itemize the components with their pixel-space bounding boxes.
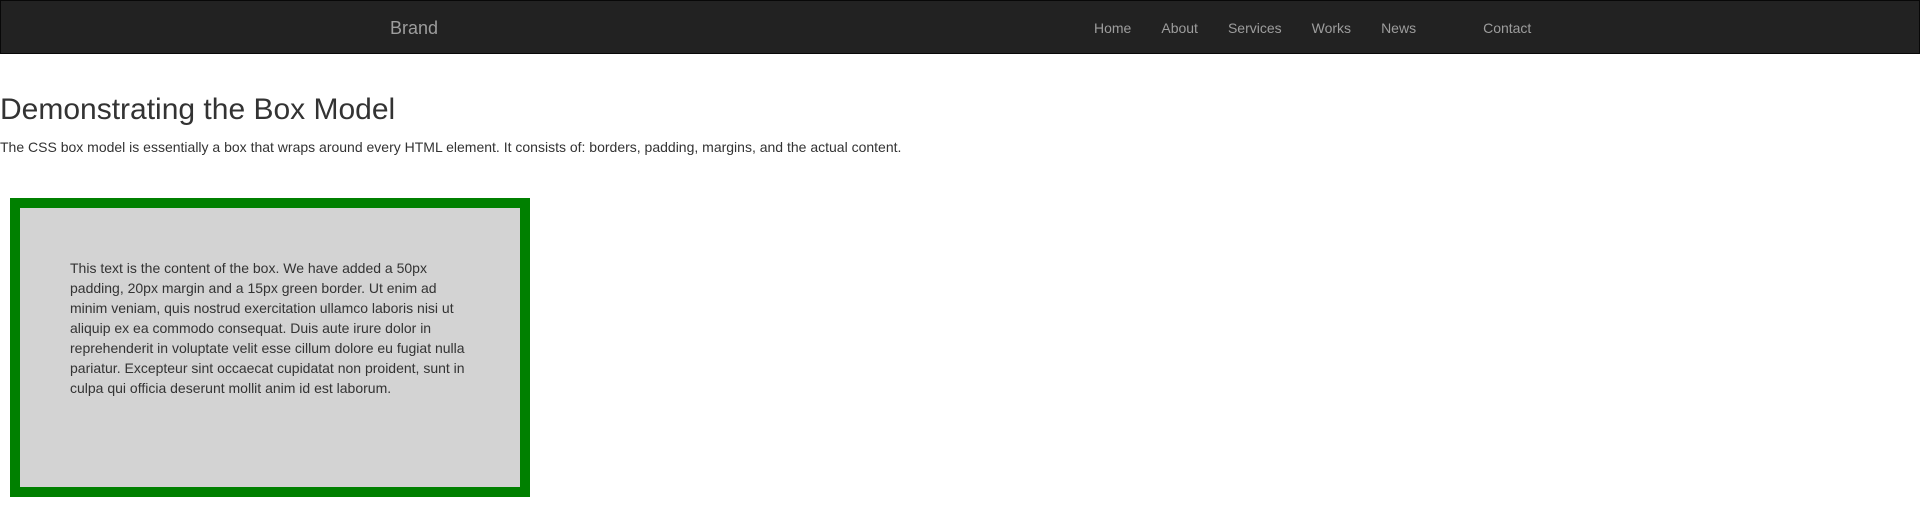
nav-item-news[interactable]: News (1366, 1, 1431, 55)
box-model-demo: This text is the content of the box. We … (10, 198, 530, 497)
nav-item-services[interactable]: Services (1213, 1, 1297, 55)
nav-item-contact[interactable]: Contact (1468, 1, 1546, 55)
box-content-text: This text is the content of the box. We … (70, 260, 465, 396)
nav-item-works[interactable]: Works (1297, 1, 1366, 55)
top-navbar: Brand Home About Services Works News Con… (0, 0, 1920, 54)
nav-item-home[interactable]: Home (1079, 1, 1146, 55)
nav-item-about[interactable]: About (1146, 1, 1213, 55)
intro-paragraph: The CSS box model is essentially a box t… (0, 139, 902, 155)
brand-link[interactable]: Brand (390, 1, 438, 55)
nav-menu: Home About Services Works News Contact (1079, 1, 1546, 55)
page-title: Demonstrating the Box Model (0, 93, 396, 126)
